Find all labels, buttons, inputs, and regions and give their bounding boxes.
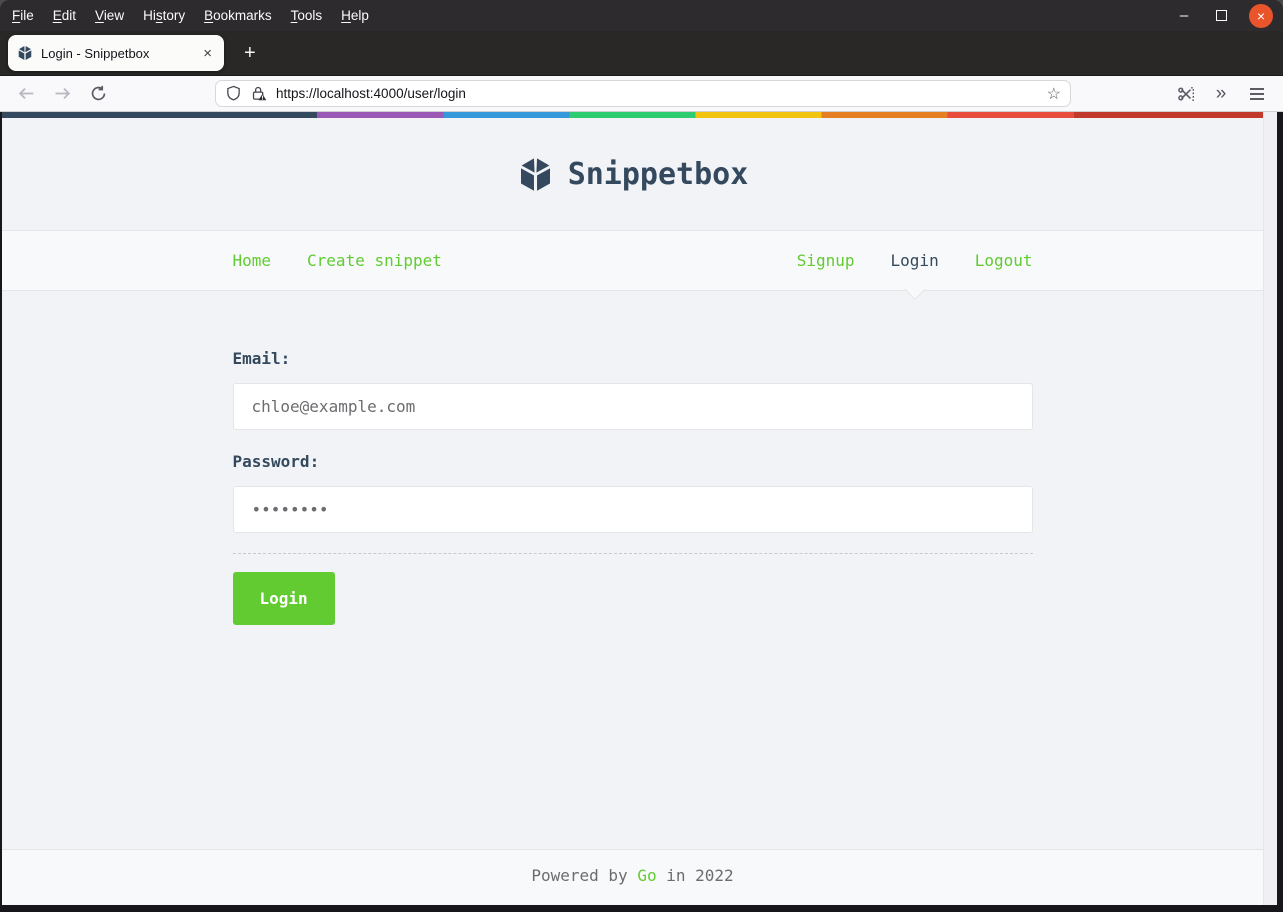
- nav-group-left: Home Create snippet: [233, 251, 442, 270]
- page-viewport: Snippetbox Home Create snippet Signup Lo…: [2, 112, 1277, 905]
- menu-item-help[interactable]: Help: [341, 8, 369, 23]
- scrollbar-track[interactable]: [1263, 112, 1277, 905]
- menu-label-part: E: [52, 8, 62, 23]
- maximize-button[interactable]: [1216, 10, 1227, 21]
- menu-label-part: Hi: [143, 8, 156, 23]
- snippetbox-logo-icon[interactable]: [517, 156, 554, 193]
- menu-item-bookmarks[interactable]: Bookmarks: [204, 8, 272, 23]
- nav-link-create-snippet[interactable]: Create snippet: [307, 251, 442, 270]
- email-label: Email:: [232, 349, 291, 368]
- menu-label-part: ookmarks: [213, 8, 272, 23]
- url-bar[interactable]: https://localhost:4000/user/login ☆: [215, 80, 1071, 107]
- box-favicon-icon: [17, 45, 33, 61]
- footer-text-post: in 2022: [656, 866, 734, 885]
- arrow-left-icon: [18, 87, 33, 100]
- menu-label-part: s: [155, 8, 163, 23]
- url-text: https://localhost:4000/user/login: [276, 86, 466, 101]
- hamburger-menu-icon[interactable]: [1243, 76, 1271, 111]
- overflow-chevron-icon[interactable]: »: [1207, 76, 1235, 111]
- menu-item-view[interactable]: View: [95, 8, 124, 23]
- menu-label-part: iew: [103, 8, 125, 23]
- menu-item-history[interactable]: History: [143, 8, 185, 23]
- window-controls: – ×: [1174, 3, 1283, 28]
- bookmark-star-icon[interactable]: ☆: [1047, 84, 1061, 104]
- active-link-caret: [904, 278, 926, 301]
- menu-label-part: H: [341, 8, 351, 23]
- tab-login-snippetbox[interactable]: Login - Snippetbox ×: [8, 35, 224, 71]
- reload-button[interactable]: [84, 76, 112, 111]
- menu-bar: File Edit View History Bookmarks Tools H…: [0, 0, 1283, 31]
- nav-link-login[interactable]: Login: [890, 251, 939, 301]
- nav-inner: Home Create snippet Signup Login Logout: [233, 231, 1033, 301]
- nav-group-right: Signup Login Logout: [797, 251, 1033, 301]
- navigation-toolbar: https://localhost:4000/user/login ☆ »: [0, 76, 1283, 112]
- menu-label-part: V: [95, 8, 104, 23]
- menu-label-part: ile: [20, 8, 34, 23]
- nav-link-logout[interactable]: Logout: [975, 251, 1033, 270]
- menu-label-part: elp: [350, 8, 369, 23]
- email-field[interactable]: [232, 383, 1033, 430]
- menu-label-part: B: [204, 8, 214, 23]
- menu-item-edit[interactable]: Edit: [53, 8, 76, 23]
- tracking-shield-icon[interactable]: [225, 85, 242, 102]
- menu-item-tools[interactable]: Tools: [291, 8, 323, 23]
- forward-button[interactable]: [48, 76, 76, 111]
- menu-label-part: ools: [297, 8, 323, 23]
- footer-go-link[interactable]: Go: [637, 866, 656, 885]
- reload-icon: [91, 85, 105, 101]
- login-submit-button[interactable]: Login: [232, 572, 335, 625]
- brand-title[interactable]: Snippetbox: [568, 157, 749, 192]
- menu-items: File Edit View History Bookmarks Tools H…: [0, 8, 369, 23]
- rainbow-stripe: [2, 112, 1263, 118]
- menu-label-part: dit: [61, 8, 77, 23]
- new-tab-button[interactable]: +: [238, 42, 262, 65]
- screenshot-tool-icon[interactable]: [1172, 76, 1200, 111]
- tab-bar: Login - Snippetbox × +: [0, 31, 1283, 76]
- browser-window: File Edit View History Bookmarks Tools H…: [0, 0, 1283, 912]
- site-header: Snippetbox: [2, 112, 1263, 231]
- menu-label-part: tory: [162, 8, 186, 23]
- tab-title: Login - Snippetbox: [41, 45, 150, 61]
- password-label: Password:: [232, 452, 320, 471]
- back-button[interactable]: [12, 76, 40, 111]
- nav-link-signup[interactable]: Signup: [797, 251, 855, 270]
- nav-link-home[interactable]: Home: [233, 251, 272, 270]
- site-main: Email: Password: Login: [2, 345, 1263, 902]
- site-nav: Home Create snippet Signup Login Logout: [2, 231, 1263, 301]
- minimize-button[interactable]: –: [1174, 7, 1194, 24]
- tab-close-icon[interactable]: ×: [200, 45, 215, 62]
- password-field[interactable]: [232, 486, 1033, 533]
- site-footer: Powered by Go in 2022: [2, 849, 1263, 905]
- menu-label-part: F: [12, 8, 21, 23]
- login-form: Email: Password: Login: [232, 345, 1033, 625]
- nav-link-label: Login: [890, 251, 939, 270]
- page-content: Snippetbox Home Create snippet Signup Lo…: [2, 112, 1263, 905]
- footer-text-pre: Powered by: [531, 866, 638, 885]
- menu-item-file[interactable]: File: [12, 8, 34, 23]
- close-button[interactable]: ×: [1249, 3, 1273, 28]
- lock-warning-icon[interactable]: [250, 85, 267, 102]
- arrow-right-icon: [55, 87, 70, 100]
- form-divider: [232, 553, 1033, 554]
